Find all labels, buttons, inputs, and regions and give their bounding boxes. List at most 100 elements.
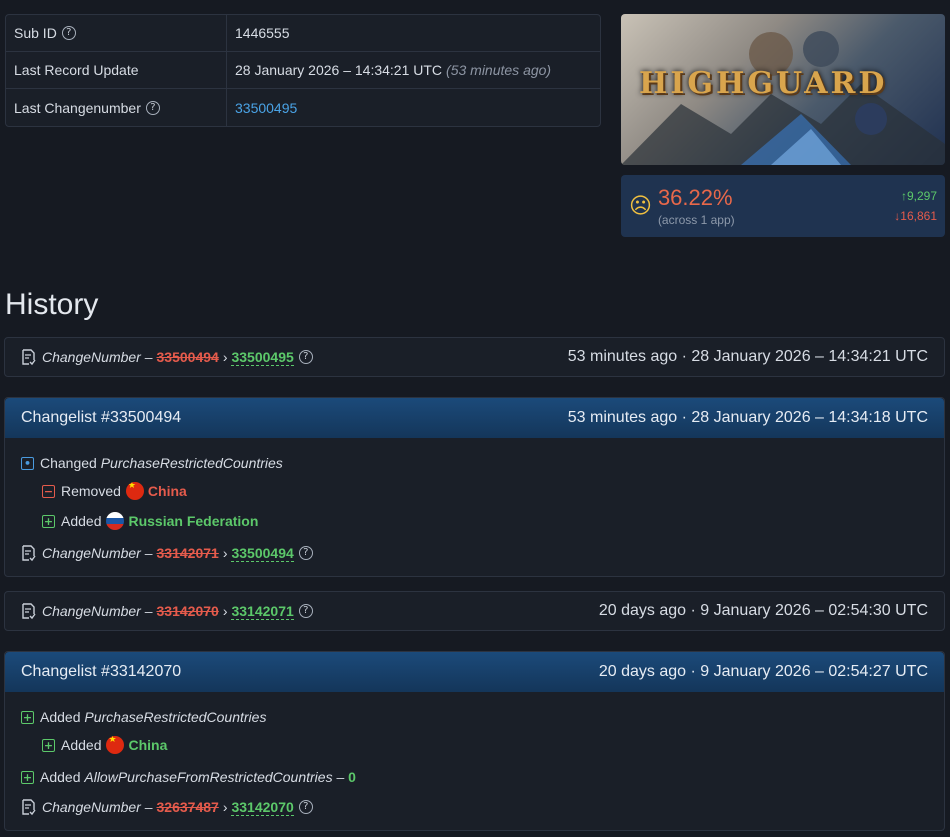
info-table: Sub ID ? 1446555 Last Record Update 28 J… — [5, 14, 601, 127]
info-row-sub-id: Sub ID ? 1446555 — [6, 15, 600, 52]
info-key-label: Last Changenumber — [14, 99, 141, 116]
added-value: 0 — [348, 769, 356, 785]
removed-line: − Removed China — [21, 476, 928, 506]
change-key: PurchaseRestrictedCountries — [100, 455, 283, 471]
sub-id-value: 1446555 — [235, 25, 290, 41]
changelist-time: 53 minutes ago · 28 January 2026 – 14:34… — [567, 409, 928, 426]
info-key-label: Last Record Update — [6, 52, 227, 88]
history-heading: History — [5, 288, 99, 321]
changenumber-row: ChangeNumber – 33142071 › 33500494 ? — [21, 540, 928, 566]
help-icon[interactable]: ? — [61, 26, 76, 40]
downvotes-count: 16,861 — [900, 209, 937, 223]
added-key-line: + Added PurchaseRestrictedCountries — [21, 704, 928, 730]
last-changenumber-cell: 33500495 — [227, 89, 305, 126]
added-country: China — [128, 737, 168, 753]
banner-title: HIGHGUARD — [639, 66, 888, 101]
changelist-time: 20 days ago · 9 January 2026 – 02:54:27 … — [598, 663, 928, 680]
history-entry: ChangeNumber – 33500494 › 33500495 ? 53 … — [4, 337, 945, 377]
old-changenumber: 33142071 — [156, 545, 219, 561]
added-country: Russian Federation — [128, 513, 259, 529]
changelist-entry: Changelist #33500494 53 minutes ago · 28… — [4, 397, 945, 577]
plus-icon: + — [42, 738, 55, 752]
added-label: Added — [61, 513, 102, 529]
info-key: Last Changenumber ? — [6, 89, 227, 126]
help-icon[interactable]: ? — [298, 350, 313, 364]
rating-subtext: (across 1 app) — [657, 213, 735, 227]
entry-time: 20 days ago · 9 January 2026 – 02:54:30 … — [598, 602, 928, 619]
old-changenumber: 33142070 — [156, 603, 219, 619]
new-changenumber-link[interactable]: 33500495 — [231, 349, 294, 366]
changenumber-row: ChangeNumber – 33142070 › 33142071 ? 20 … — [5, 592, 944, 630]
changenumber-label: ChangeNumber – — [42, 545, 153, 561]
help-icon[interactable]: ? — [298, 546, 313, 560]
plus-icon: + — [21, 770, 34, 784]
rating-main: 36.22% (across 1 app) — [658, 185, 735, 227]
added-label: Added — [61, 737, 102, 753]
changenumber-label: ChangeNumber – — [42, 799, 153, 815]
added-key-line: + Added AllowPurchaseFromRestrictedCount… — [21, 764, 928, 790]
new-changenumber-link[interactable]: 33142070 — [231, 799, 294, 816]
added-prefix: Added — [40, 769, 81, 785]
help-icon[interactable]: ? — [145, 100, 160, 115]
sad-face-icon: ☹ — [629, 193, 652, 219]
china-flag-icon — [125, 482, 144, 500]
removed-country: China — [147, 483, 187, 499]
rating-percent: 36.22% — [657, 185, 733, 210]
changelist-title: Changelist #33142070 — [21, 663, 182, 680]
info-row-last-update: Last Record Update 28 January 2026 – 14:… — [6, 52, 600, 89]
document-check-icon — [22, 798, 36, 815]
added-key: PurchaseRestrictedCountries — [84, 709, 267, 725]
old-changenumber: 33500494 — [156, 349, 219, 365]
game-banner-image[interactable]: HIGHGUARD — [621, 14, 945, 165]
info-key-label: Sub ID — [14, 25, 57, 41]
document-check-icon — [22, 544, 36, 561]
changelist-body: • Changed PurchaseRestrictedCountries − … — [5, 438, 944, 576]
history-entry: ChangeNumber – 33142070 › 33142071 ? 20 … — [4, 591, 945, 631]
changenumber-label: ChangeNumber – — [42, 603, 153, 619]
changelist-entry: Changelist #33142070 20 days ago · 9 Jan… — [4, 651, 945, 831]
minus-icon: − — [42, 484, 55, 498]
old-changenumber: 32637487 — [156, 799, 219, 815]
last-update-value: 28 January 2026 – 14:34:21 UTC (53 minut… — [227, 52, 559, 88]
changenumber-label: ChangeNumber – — [42, 349, 153, 365]
new-changenumber-link[interactable]: 33500494 — [231, 545, 294, 562]
document-check-icon — [22, 602, 36, 619]
new-changenumber-link[interactable]: 33142071 — [231, 603, 294, 620]
document-check-icon — [22, 348, 36, 365]
changed-icon: • — [21, 456, 34, 470]
added-prefix: Added — [40, 709, 81, 725]
changelist-body: + Added PurchaseRestrictedCountries + Ad… — [5, 692, 944, 830]
change-line: • Changed PurchaseRestrictedCountries — [21, 450, 928, 476]
changelist-title: Changelist #33500494 — [21, 409, 182, 426]
changelist-header[interactable]: Changelist #33500494 53 minutes ago · 28… — [5, 398, 944, 438]
downvotes: ↓16,861 — [894, 206, 937, 226]
removed-label: Removed — [61, 483, 121, 499]
value-separator: – — [332, 769, 349, 785]
changenumber-row: ChangeNumber – 33500494 › 33500495 ? 53 … — [5, 338, 944, 376]
entry-time: 53 minutes ago · 28 January 2026 – 14:34… — [567, 348, 928, 365]
info-row-last-changenumber: Last Changenumber ? 33500495 — [6, 89, 600, 126]
last-changenumber-link[interactable]: 33500495 — [235, 100, 297, 116]
changenumber-row: ChangeNumber – 32637487 › 33142070 ? — [21, 794, 928, 820]
plus-icon: + — [42, 514, 55, 528]
plus-icon: + — [21, 710, 34, 724]
china-flag-icon — [106, 736, 125, 754]
last-update-date: 28 January 2026 – 14:34:21 UTC — [235, 62, 443, 78]
rating-box[interactable]: ☹ 36.22% (across 1 app) ↑9,297 ↓16,861 — [621, 175, 945, 237]
arrow-separator: › — [222, 603, 228, 619]
russia-flag-icon — [106, 512, 125, 530]
upvotes: ↑9,297 — [894, 186, 937, 206]
upvotes-count: 9,297 — [906, 189, 937, 203]
help-icon[interactable]: ? — [298, 800, 313, 814]
arrow-separator: › — [222, 349, 228, 365]
help-icon[interactable]: ? — [298, 604, 313, 618]
added-key: AllowPurchaseFromRestrictedCountries — [84, 769, 333, 785]
last-update-ago: (53 minutes ago) — [446, 62, 552, 78]
change-prefix: Changed — [40, 455, 97, 471]
arrow-separator: › — [222, 799, 228, 815]
info-key: Sub ID ? — [6, 15, 227, 51]
added-line: + Added China — [21, 730, 928, 760]
changelist-header[interactable]: Changelist #33142070 20 days ago · 9 Jan… — [5, 652, 944, 692]
added-line: + Added Russian Federation — [21, 506, 928, 536]
arrow-separator: › — [222, 545, 228, 561]
